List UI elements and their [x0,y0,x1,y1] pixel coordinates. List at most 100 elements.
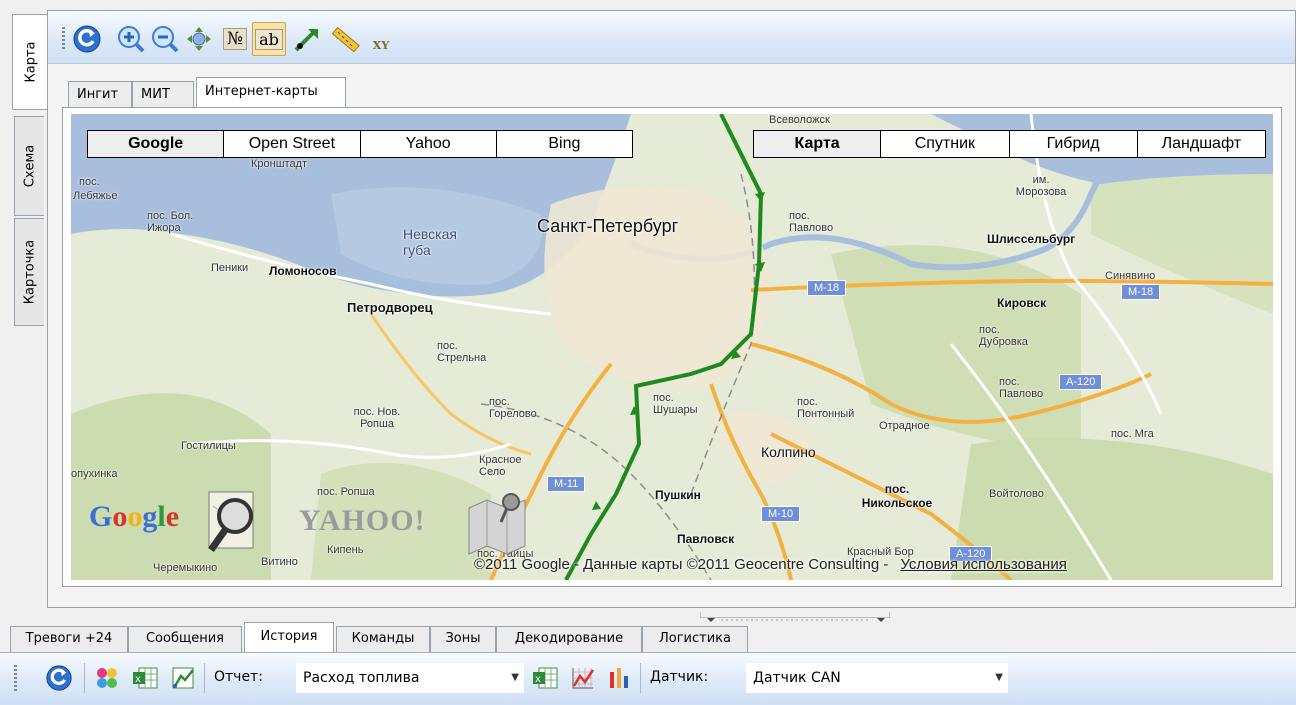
map-label: пос. Стрельна [437,340,487,364]
svg-text:x: x [135,674,141,685]
map-provider-selector: Google Open Street Yahoo Bing [87,130,633,158]
zoom-in-icon[interactable] [114,22,148,56]
tab-internet-maps-label: Интернет-карты [205,84,318,99]
chevron-down-icon[interactable]: ▼ [995,664,1003,692]
numbers-icon: № [222,28,248,50]
google-logo: Google [89,500,180,533]
tab-commands[interactable]: Команды [336,626,430,652]
map-toolbar: № ab XY [48,11,1295,64]
provider-osm-button[interactable]: Open Street [224,131,361,157]
map-type-landscape-button[interactable]: Ландшафт [1138,131,1265,157]
map-canvas[interactable]: Google Open Street Yahoo Bing Карта Спут… [71,114,1273,580]
map-label: пос. Нов. Ропша [353,406,401,430]
side-tab-map[interactable]: Карта [12,14,48,110]
map-label: Кронштадт [251,158,308,170]
tab-internet-maps[interactable]: Интернет-карты [196,77,346,107]
tab-logistics-label: Логистика [659,631,731,646]
map-label: Войтолово [989,488,1044,500]
tab-commands-label: Команды [351,631,415,646]
side-tab-strip: Карта Схема Карточка [0,0,48,610]
palette-icon[interactable] [92,663,122,693]
tab-alarms[interactable]: Тревоги +24 [10,626,128,652]
labels-toggle-button[interactable]: ab [252,22,286,56]
ab-icon: ab [255,28,283,50]
tab-zones[interactable]: Зоны [430,626,496,652]
map-label: пос. [79,176,100,188]
map-label: Кировск [997,296,1047,310]
refresh-icon[interactable] [44,663,74,693]
road-shield: M-18 [807,280,847,296]
map-label: пос. Бол. Ижора [147,210,194,234]
tab-mit-label: МИТ [141,87,170,102]
tab-decoding[interactable]: Декодирование [496,626,642,652]
track-icon[interactable] [290,22,324,56]
map-label: Красное Село [479,454,522,478]
chart-export-icon[interactable] [168,663,198,693]
provider-google-button[interactable]: Google [88,131,225,157]
side-tab-scheme-label: Схема [22,144,37,188]
road-shield: M-10 [761,506,801,522]
map-label: Синявино [1105,270,1156,282]
toolbar-grip[interactable] [14,665,17,691]
map-label: Черемыкино [153,562,218,574]
provider-yahoo-button[interactable]: Yahoo [361,131,497,157]
report-label: Отчет: [214,669,263,685]
excel-export-icon[interactable]: x [130,663,160,693]
ruler-icon[interactable] [328,22,362,56]
tab-history[interactable]: История [244,622,334,652]
map-label: пос. Никольское [861,482,933,510]
map-label: Шлиссельбург [987,232,1076,246]
sensor-select[interactable]: Датчик CAN ▼ [746,663,1008,693]
tab-zones-label: Зоны [445,631,481,646]
map-label: пос. Дубровка [979,324,1028,348]
sensor-select-value: Датчик CAN [753,670,841,686]
map-label: пос. Понтонный [797,396,855,420]
map-label: пос. Горелово [489,396,537,420]
panel-splitter[interactable] [700,612,890,622]
toolbar-separator [640,663,641,693]
toolbar-separator [204,663,205,693]
tab-history-label: История [260,629,318,644]
side-tab-scheme[interactable]: Схема [14,116,44,216]
line-chart-icon[interactable] [568,663,598,693]
toolbar-separator [84,663,85,693]
side-tab-card[interactable]: Карточка [14,218,44,326]
tab-messages[interactable]: Сообщения [128,626,242,652]
map-label: пос. Шушары [653,392,698,416]
sensor-gauges-icon[interactable] [604,663,634,693]
xy-label: XY [372,38,390,52]
tab-mit[interactable]: МИТ [132,81,194,107]
road-shield: M-18 [1121,284,1161,300]
tab-alarms-label: Тревоги +24 [25,631,113,646]
coordinates-icon[interactable]: XY [364,22,398,56]
zoom-out-icon[interactable] [148,22,182,56]
refresh-icon[interactable] [70,22,104,56]
map-label: пос. Павлово [789,210,834,234]
tab-messages-label: Сообщения [145,631,224,646]
numbers-toggle-button[interactable]: № [218,22,252,56]
map-label: пос. Мга [1111,428,1154,440]
tab-logistics[interactable]: Логистика [642,626,748,652]
map-label: Колпино [761,444,816,460]
map-type-map-button[interactable]: Карта [754,131,882,157]
pan-icon[interactable] [182,22,216,56]
excel-report-icon[interactable]: x [530,663,560,693]
side-tab-map-label: Карта [23,41,38,83]
report-select[interactable]: Расход топлива ▼ [296,663,524,693]
map-label: Гостилицы [181,440,236,452]
map-label: Кипень [327,544,364,556]
tab-ingit[interactable]: Ингит [68,81,132,107]
copyright-text: ©2011 Google - Данные карты ©2011 Geocen… [474,556,889,573]
chevron-down-icon[interactable]: ▼ [511,664,519,692]
map-label: Витино [261,556,298,568]
provider-bing-button[interactable]: Bing [497,131,632,157]
map-type-satellite-button[interactable]: Спутник [881,131,1010,157]
tab-decoding-label: Декодирование [514,631,624,646]
report-select-value: Расход топлива [303,670,420,686]
terms-link[interactable]: Условия использования [900,556,1067,573]
map-label: пос. Ропша [317,486,375,498]
side-tab-card-label: Карточка [22,239,37,305]
map-type-hybrid-button[interactable]: Гибрид [1010,131,1138,157]
toolbar-grip[interactable] [62,27,65,51]
history-toolbar: x Отчет: Расход топлива ▼ x Датчик: Датчи… [0,652,1296,705]
